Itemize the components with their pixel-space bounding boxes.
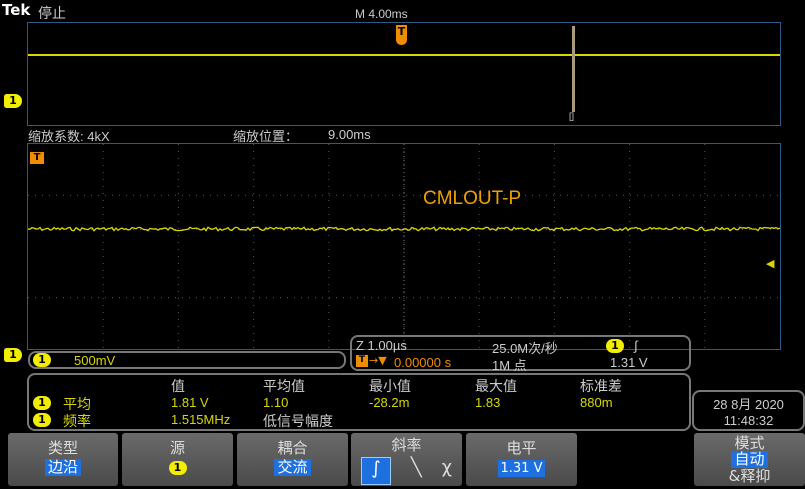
trigger-level: 1.31 V: [610, 355, 648, 370]
overview-window: [] T: [27, 22, 781, 126]
type-value: 边沿: [44, 459, 81, 476]
zoom-position-value: 9.00ms: [328, 127, 371, 142]
brand-logo: Tek: [2, 1, 31, 19]
measure2-value: 1.515MHz: [171, 412, 231, 427]
timebase-readout[interactable]: Z 1.00µs 25.0M次/秒 1 ∫ T →▼ 0.00000 s 1M …: [350, 335, 691, 373]
mode-label: 模式: [734, 434, 765, 452]
trigger-coupling-button[interactable]: 耦合 交流: [237, 433, 348, 486]
source-label: 源: [169, 439, 185, 457]
zoom-position-marker[interactable]: [572, 26, 575, 112]
falling-slope-icon[interactable]: ╲: [411, 457, 422, 485]
mode-value: 自动: [731, 451, 768, 468]
main-channel1-marker[interactable]: 1: [4, 348, 22, 362]
timebase-label: M 4.00ms: [355, 7, 408, 21]
trigger-source-button[interactable]: 源 1: [122, 433, 233, 486]
channel-scale: 500mV: [74, 353, 116, 368]
signal-label: CMLOUT-P: [423, 188, 522, 209]
trigger-level-button[interactable]: 电平 1.31 V: [466, 433, 577, 486]
header-max: 最大值: [475, 378, 517, 394]
zoom-bracket-icon: []: [569, 111, 575, 121]
datetime-panel[interactable]: 28 8月 2020 11:48:32: [692, 390, 805, 431]
zoom-scale: Z 1.00µs: [356, 338, 407, 353]
header-min: 最小值: [369, 378, 411, 394]
channel1-badge: 1: [33, 353, 51, 367]
main-trigger-icon: T: [30, 152, 44, 164]
measure2-channel: 1: [33, 413, 51, 427]
measurement-panel[interactable]: 值 平均值 最小值 最大值 标准差 1 平均 1.81 V 1.10 -28.2…: [27, 373, 691, 431]
trigger-arrow-icon: →▼: [369, 354, 387, 367]
trigger-t-icon: T: [356, 355, 368, 367]
trigger-mode-button[interactable]: 模式 自动 &释抑: [694, 433, 805, 486]
overview-channel1-marker[interactable]: 1: [4, 94, 22, 108]
measure2-note: 低信号幅度: [263, 413, 333, 429]
header-std: 标准差: [580, 378, 622, 394]
measure1-channel: 1: [33, 396, 51, 410]
mode-holdoff: &释抑: [728, 467, 771, 485]
type-label: 类型: [47, 439, 78, 457]
level-label: 电平: [506, 439, 537, 457]
header-value: 值: [171, 378, 185, 394]
record-length: 1M 点: [492, 358, 527, 373]
measure1-min: -28.2m: [369, 395, 410, 410]
level-value: 1.31 V: [497, 460, 546, 477]
trigger-level-arrow-icon: ◀: [766, 257, 775, 270]
measure1-mean: 1.10: [263, 395, 289, 410]
coupling-label: 耦合: [277, 439, 308, 457]
header-mean: 平均值: [263, 378, 305, 394]
measure1-std: 880m: [580, 395, 613, 410]
date: 28 8月 2020: [713, 397, 784, 412]
channel-readout[interactable]: 1 500mV: [28, 351, 346, 369]
either-slope-icon[interactable]: χ: [442, 457, 452, 485]
oscilloscope-screen: Tek 停止 M 4.00ms [] T 1 缩放系数: 4kX 缩放位置： 9…: [0, 0, 805, 489]
measure1-max: 1.83: [475, 395, 501, 410]
measure2-name: 频率: [63, 413, 91, 429]
source-value: 1: [168, 460, 187, 475]
overview-trace: [28, 54, 780, 56]
trigger-slope-button[interactable]: 斜率 ∫ ╲ χ: [351, 433, 462, 486]
trigger-slope-icon: ∫: [634, 338, 638, 353]
slope-label: 斜率: [391, 436, 422, 454]
acquisition-status: 停止: [38, 5, 66, 21]
time: 11:48:32: [723, 413, 774, 428]
coupling-value: 交流: [274, 459, 311, 476]
measure1-value: 1.81 V: [171, 395, 209, 410]
trigger-position: 0.00000 s: [394, 355, 452, 370]
main-graticule: T CMLOUT-P ◀: [27, 143, 781, 350]
rising-slope-icon[interactable]: ∫: [360, 457, 391, 485]
graticule-grid: [28, 144, 780, 349]
trigger-channel-badge: 1: [606, 339, 624, 353]
trigger-type-button[interactable]: 类型 边沿: [8, 433, 118, 486]
trigger-position-icon[interactable]: T: [396, 25, 407, 45]
